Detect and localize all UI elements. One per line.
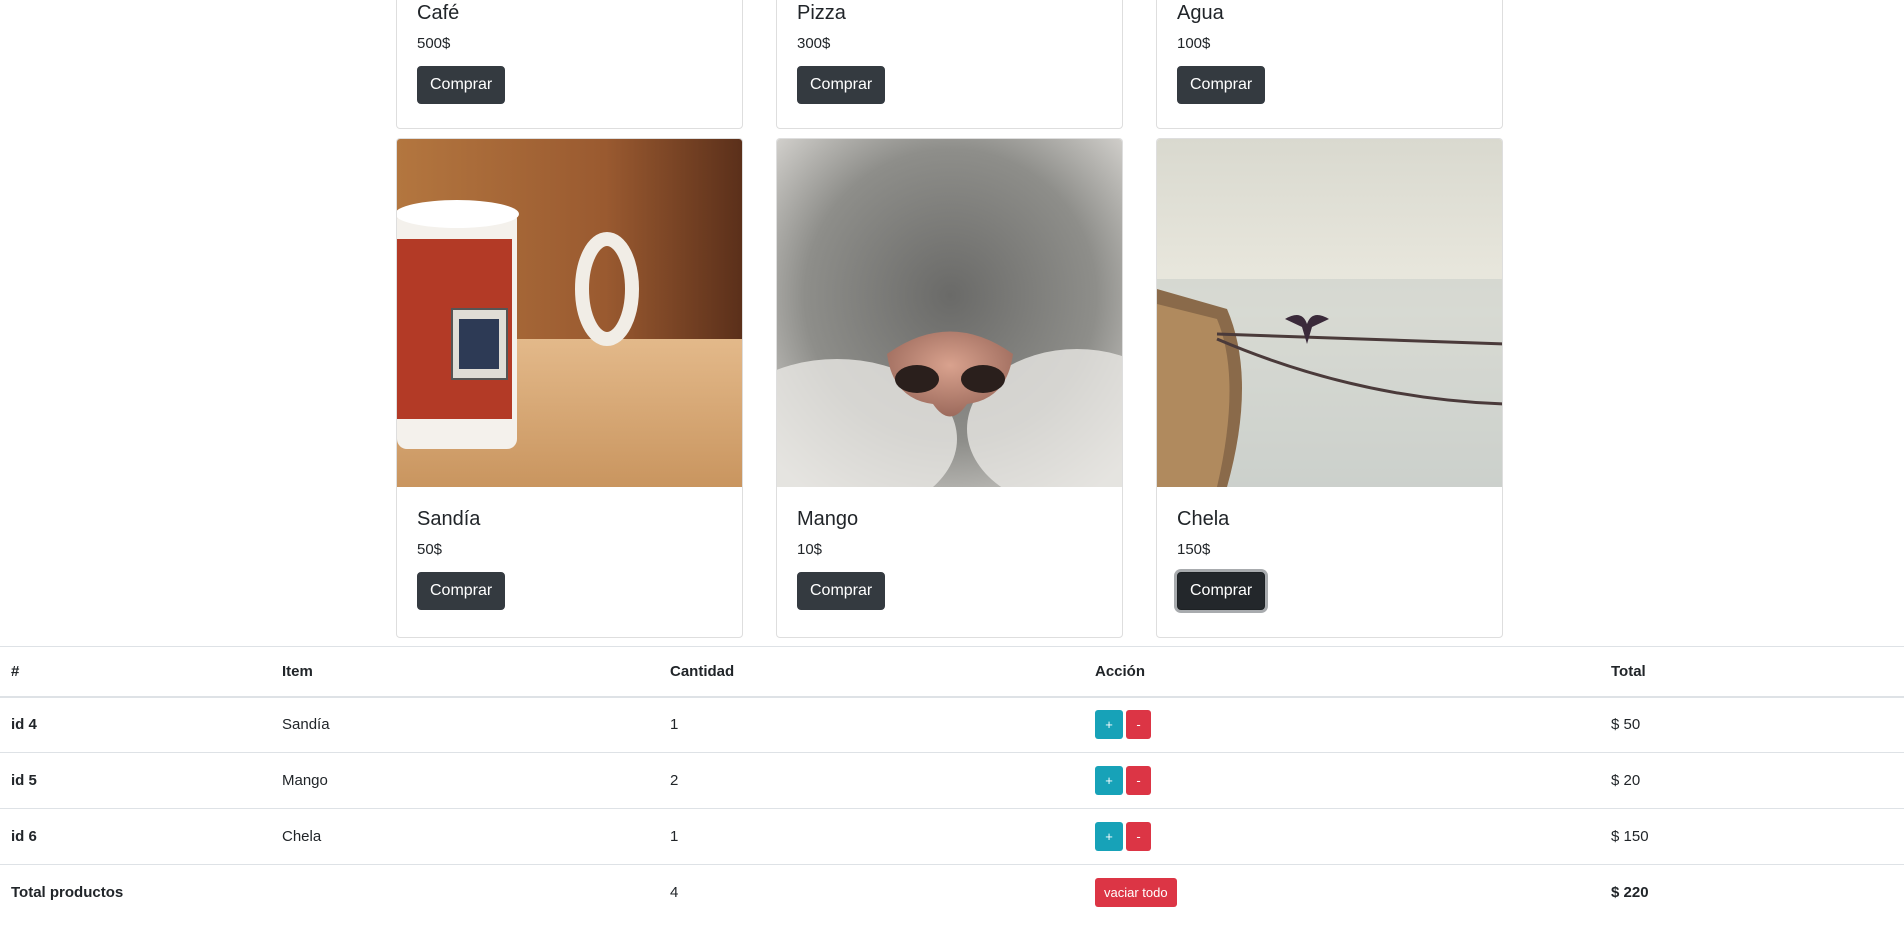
table-footer-row: Total productos 4 vaciar todo $ 220 — [0, 865, 1904, 921]
product-price: 10$ — [797, 541, 823, 558]
table-row: id 5 Mango 2 + - $ 20 — [0, 753, 1904, 809]
product-card-chela: Chela 150$ Comprar — [1156, 138, 1503, 638]
clear-all-button[interactable]: vaciar todo — [1095, 878, 1177, 908]
comprar-button[interactable]: Comprar — [797, 66, 886, 104]
row-item: Mango — [282, 772, 328, 789]
product-title: Café — [417, 2, 460, 24]
product-price: 50$ — [417, 541, 443, 558]
row-id: id 6 — [11, 828, 37, 845]
comprar-button[interactable]: Comprar — [417, 66, 506, 104]
table-row: id 4 Sandía 1 + - $ 50 — [0, 697, 1904, 753]
product-title: Mango — [797, 508, 859, 530]
header-accion: Acción — [1095, 662, 1146, 680]
product-price: 500$ — [417, 35, 451, 52]
product-title: Agua — [1177, 2, 1224, 24]
decrease-button[interactable]: - — [1126, 710, 1151, 740]
product-title: Sandía — [417, 508, 481, 530]
product-price: 150$ — [1177, 541, 1211, 558]
row-qty: 1 — [670, 716, 679, 734]
row-qty: 1 — [670, 828, 679, 845]
cart-table: # Item Cantidad Acción Total id 4 Sandía… — [0, 646, 1904, 921]
product-title: Pizza — [797, 2, 846, 24]
product-card-cafe: Café 500$ Comprar — [396, 0, 743, 129]
table-header-row: # Item Cantidad Acción Total — [0, 646, 1904, 697]
product-price: 300$ — [797, 35, 831, 52]
footer-qty: 4 — [670, 884, 679, 902]
footer-actions: vaciar todo — [1084, 865, 1600, 921]
row-total: $ 20 — [1611, 772, 1641, 789]
product-card-sandia: Sandía 50$ Comprar — [396, 138, 743, 638]
row-actions: + - — [1084, 809, 1600, 865]
coffee-mug-image — [397, 139, 742, 487]
row-total: $ 50 — [1611, 716, 1641, 734]
footer-label: Total productos — [11, 884, 124, 902]
product-card-agua: Agua 100$ Comprar — [1156, 0, 1503, 129]
decrease-button[interactable]: - — [1126, 822, 1151, 851]
header-cantidad: Cantidad — [670, 662, 735, 680]
header-id: # — [11, 662, 20, 680]
comprar-button[interactable]: Comprar — [1177, 66, 1266, 104]
comprar-button[interactable]: Comprar — [417, 572, 506, 610]
product-card-mango: Mango 10$ Comprar — [776, 138, 1123, 638]
header-item: Item — [282, 662, 313, 680]
product-title: Chela — [1177, 508, 1230, 530]
decrease-button[interactable]: - — [1126, 766, 1151, 795]
increase-button[interactable]: + — [1095, 710, 1123, 740]
row-id: id 5 — [11, 772, 37, 789]
footer-total: $ 220 — [1611, 884, 1649, 902]
increase-button[interactable]: + — [1095, 766, 1123, 795]
increase-button[interactable]: + — [1095, 822, 1123, 851]
comprar-button[interactable]: Comprar — [797, 572, 886, 610]
row-item: Sandía — [282, 716, 330, 734]
row-actions: + - — [1084, 753, 1600, 809]
product-price: 100$ — [1177, 35, 1211, 52]
row-qty: 2 — [670, 772, 679, 789]
table-row: id 6 Chela 1 + - $ 150 — [0, 809, 1904, 865]
comprar-button[interactable]: Comprar — [1177, 572, 1266, 610]
row-actions: + - — [1084, 697, 1600, 753]
row-id: id 4 — [11, 716, 37, 734]
boat-bird-image — [1157, 139, 1502, 487]
product-card-pizza: Pizza 300$ Comprar — [776, 0, 1123, 129]
row-total: $ 150 — [1611, 828, 1649, 845]
header-total: Total — [1611, 662, 1646, 680]
row-item: Chela — [282, 828, 322, 845]
cat-nose-image — [777, 139, 1122, 487]
